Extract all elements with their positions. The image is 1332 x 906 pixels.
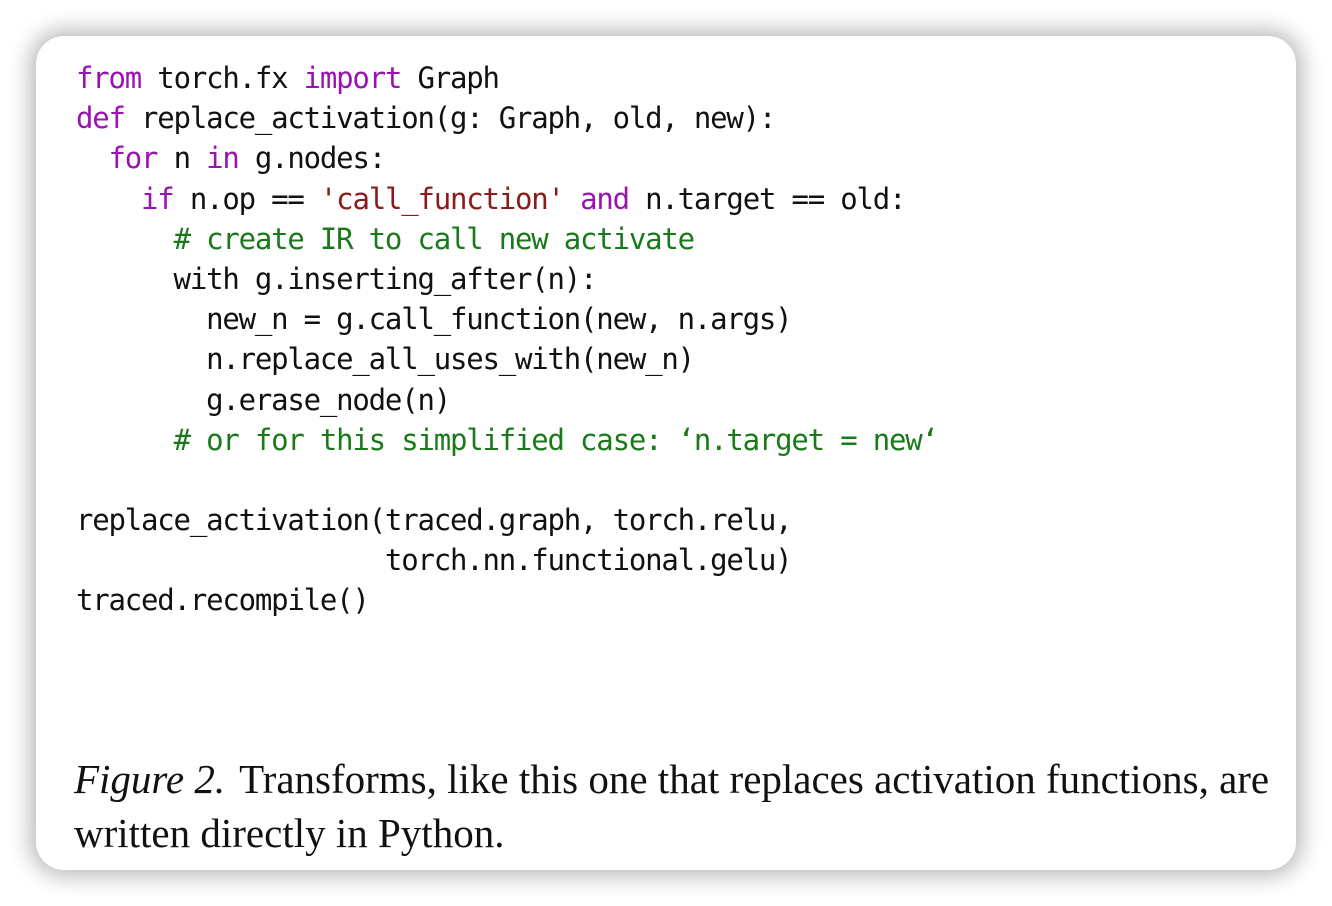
code-comment: # or for this simplified case: ‘n.target… — [173, 422, 939, 457]
code-line-1: from torch.fx import Graph — [76, 58, 938, 98]
code-comment: # create IR to call new activate — [173, 221, 696, 256]
code-line-3: for n in g.nodes: — [76, 138, 938, 178]
code-line-9: g.erase_node(n) — [76, 382, 451, 417]
keyword: from — [76, 61, 142, 95]
code-line-2: def replace_activation(g: Graph, old, ne… — [76, 98, 938, 138]
string-literal: 'call_function' — [319, 181, 565, 216]
keyword: if — [141, 181, 175, 216]
code-text: n.target == old: — [628, 181, 906, 216]
code-text: g.nodes: — [238, 141, 386, 176]
code-text: Graph — [401, 61, 500, 95]
keyword: def — [76, 101, 126, 136]
figure-label: Figure 2. — [74, 756, 226, 802]
keyword: for — [108, 141, 159, 176]
code-line-13: torch.nn.functional.gelu) — [76, 543, 793, 578]
keyword: and — [580, 181, 630, 216]
code-line-8: n.replace_all_uses_with(new_n) — [76, 342, 695, 377]
code-line-14: traced.recompile() — [76, 583, 370, 618]
code-line-10: # or for this simplified case: ‘n.target… — [76, 420, 939, 460]
code-text: n — [157, 141, 207, 176]
keyword: in — [206, 141, 240, 176]
caption-text: Transforms, like this one that replaces … — [74, 756, 1270, 856]
code-line-6: with g.inserting_after(n): — [76, 261, 598, 296]
code-line-4: if n.op == 'call_function' and n.target … — [76, 179, 938, 219]
figure-card: from torch.fx import Graph def replace_ac… — [36, 36, 1296, 870]
keyword: import — [303, 61, 403, 95]
code-line-12: replace_activation(traced.graph, torch.r… — [76, 503, 793, 538]
code-line-7: new_n = g.call_function(new, n.args) — [76, 302, 793, 337]
code-block: from torch.fx import Graph def replace_ac… — [76, 58, 939, 621]
figure-caption: Figure 2. Transforms, like this one that … — [74, 752, 1274, 860]
code-text: torch.fx — [141, 61, 304, 95]
code-line-5: # create IR to call new activate — [76, 219, 938, 259]
code-text: n.op == — [173, 181, 320, 216]
code-text: replace_activation(g: Graph, old, new): — [124, 101, 776, 136]
